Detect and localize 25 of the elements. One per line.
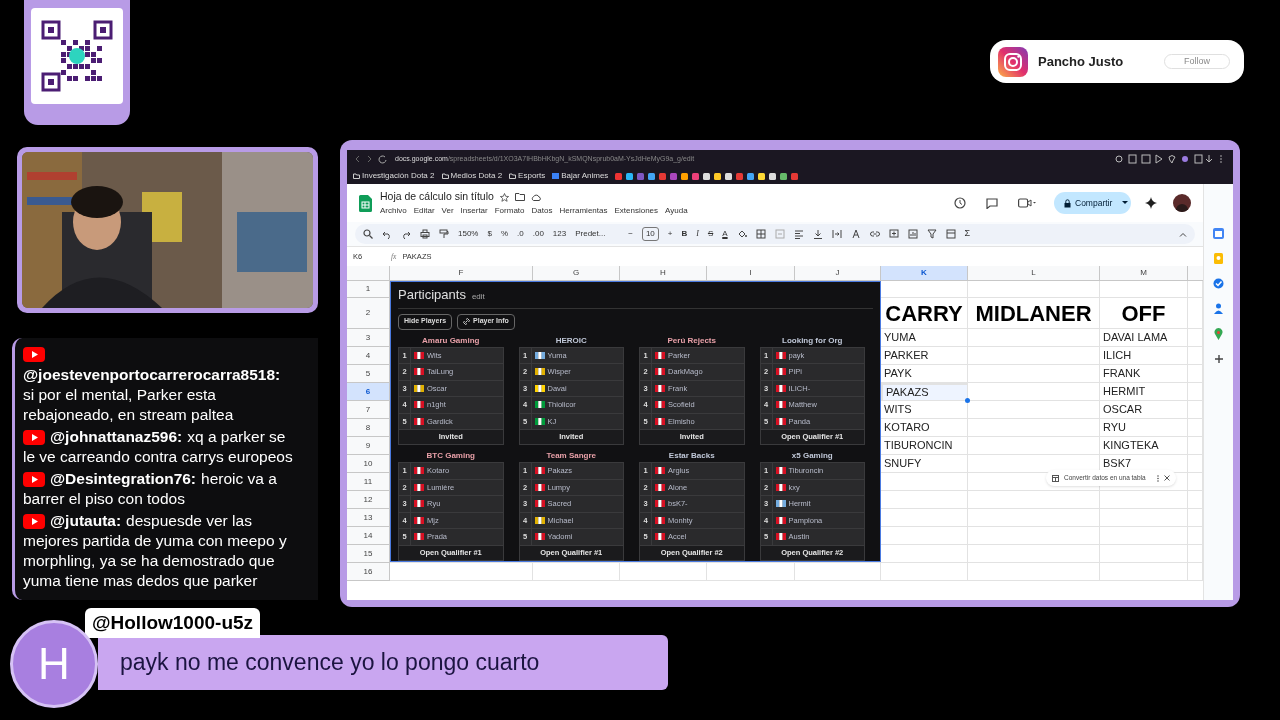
team-name: BTC Gaming — [425, 451, 476, 461]
profile-name: Pancho Justo — [1038, 52, 1125, 71]
chat-author: @jutauta: — [50, 511, 122, 531]
team-name: HEROIC — [554, 335, 588, 346]
chat-message: rebajoneado, en stream paltea — [23, 405, 234, 425]
team-name: Team Sangre — [545, 451, 598, 461]
chat-message: heroic va a — [201, 469, 277, 489]
team-name: Amaru Gaming — [421, 335, 481, 346]
chat-message: despuesde ver las — [126, 511, 252, 531]
chat-author: @Desintegration76: — [50, 469, 197, 489]
chat-message: mejores partida de yuma con meepo y — [23, 531, 287, 551]
chat-author: @johnattanaz596: — [50, 427, 183, 447]
chat-message: morphling, ya se ha demostrado que — [23, 551, 275, 571]
chat-message: si por el mental, Parker esta — [23, 385, 216, 405]
panel-title: Participants — [398, 286, 466, 304]
chat-message: xq a parker se — [187, 427, 286, 447]
team-name: Estar Backs — [667, 451, 716, 461]
chat-message: le ve carreando contra carrys europeos — [23, 447, 293, 467]
chat-author: @joestevenportocarrerocarra8518: — [23, 365, 281, 385]
message-text: payk no me convence yo lo pongo cuarto — [98, 635, 668, 690]
chat-message: barrer el piso con todos — [23, 489, 185, 509]
team-name: x5 Gaming — [790, 451, 834, 461]
team-name: Perú Rejects — [666, 335, 717, 346]
team-name: Looking for Org — [781, 335, 844, 346]
chat-message: yuma tiene mas dedos que parker — [23, 571, 258, 591]
